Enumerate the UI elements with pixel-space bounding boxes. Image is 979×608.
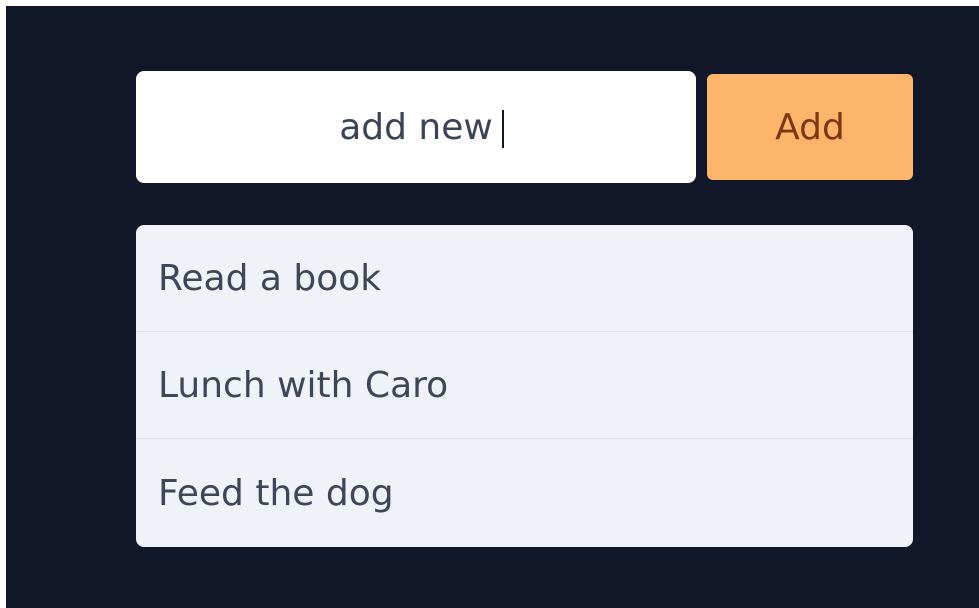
task-item-feed-the-dog[interactable]: Feed the dog [136, 439, 913, 547]
new-task-input[interactable] [136, 71, 696, 183]
new-task-row: Add [136, 71, 913, 183]
task-item-read-a-book[interactable]: Read a book [136, 225, 913, 332]
task-item-lunch-with-caro[interactable]: Lunch with Caro [136, 332, 913, 439]
todo-app: Add Read a book Lunch with Caro Feed the… [6, 6, 979, 608]
task-label: Feed the dog [158, 472, 394, 514]
task-label: Lunch with Caro [158, 364, 449, 406]
task-label: Read a book [158, 257, 382, 299]
task-list: Read a book Lunch with Caro Feed the dog [136, 225, 913, 547]
text-cursor [502, 110, 504, 148]
add-button[interactable]: Add [707, 74, 913, 180]
